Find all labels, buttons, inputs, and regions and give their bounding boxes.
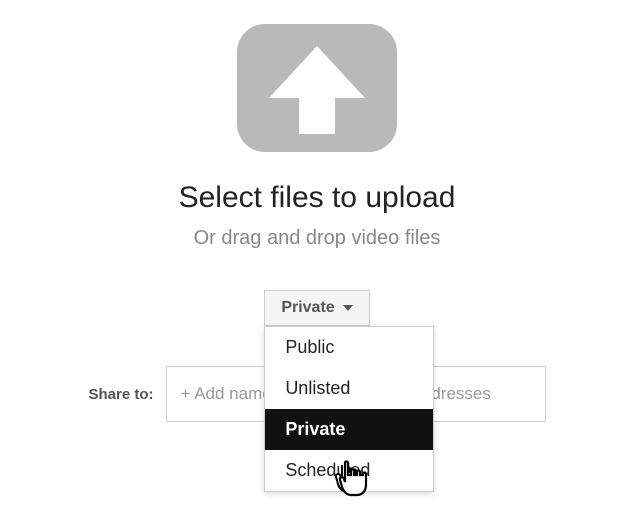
privacy-dropdown-menu: Public Unlisted Private Scheduled (264, 326, 434, 492)
upload-heading: Select files to upload (179, 181, 456, 215)
caret-down-icon (343, 305, 353, 311)
upload-icon[interactable] (237, 24, 397, 181)
upload-subheading: Or drag and drop video files (194, 227, 441, 250)
privacy-selected-label: Private (281, 299, 334, 317)
privacy-option-private[interactable]: Private (265, 409, 433, 450)
share-to-label: Share to: (88, 386, 153, 403)
privacy-dropdown-button[interactable]: Private (264, 290, 369, 326)
privacy-option-public[interactable]: Public (265, 327, 433, 368)
privacy-option-scheduled[interactable]: Scheduled (265, 450, 433, 491)
privacy-option-unlisted[interactable]: Unlisted (265, 368, 433, 409)
